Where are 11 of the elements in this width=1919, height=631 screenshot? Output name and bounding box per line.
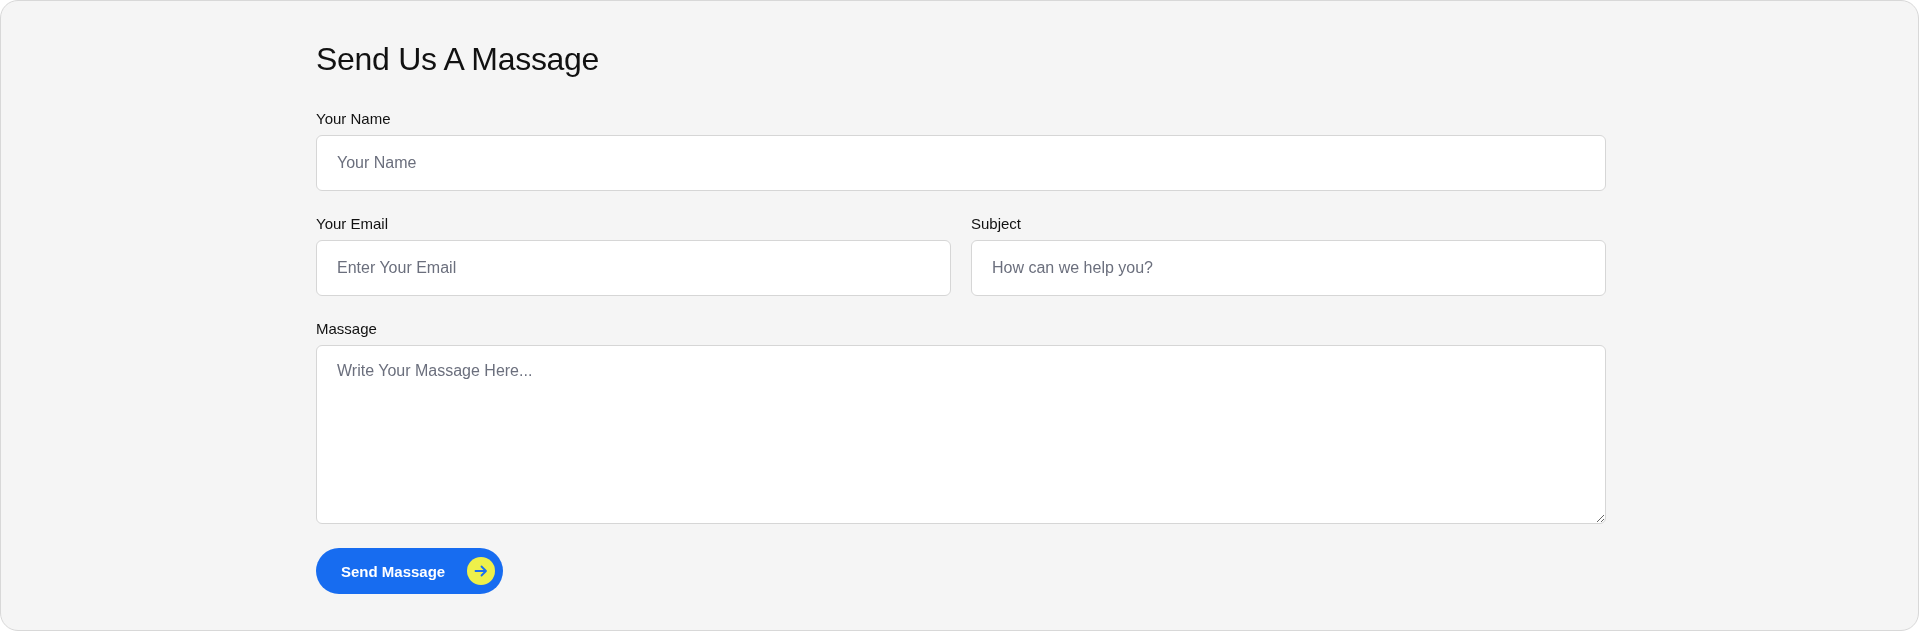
input-field[interactable]: How can we help you? — [971, 240, 1606, 296]
message-field[interactable]: Write Your Massage Here... — [316, 345, 1606, 524]
input-field[interactable]: Enter Your Email — [316, 240, 951, 296]
form-title: Send Us A Massage — [316, 41, 601, 78]
field-label: Your Name — [316, 110, 391, 127]
input-field[interactable]: Your Name — [316, 135, 1606, 191]
arrow-right-icon — [467, 557, 496, 585]
field-label: Your Email — [316, 215, 388, 232]
field-label: Subject — [971, 215, 1022, 232]
send-button[interactable]: Send Massage — [316, 548, 504, 594]
field-label: Massage — [316, 320, 377, 337]
